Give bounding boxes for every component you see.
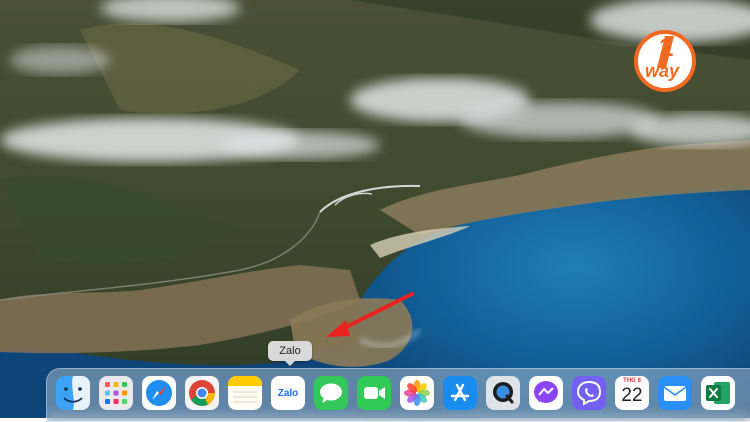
annotation-arrow: [326, 292, 414, 337]
messages-icon: [314, 376, 348, 410]
messenger-icon: [529, 376, 563, 410]
dock-item-quicktime[interactable]: [486, 376, 520, 410]
dock-item-photos[interactable]: [400, 376, 434, 410]
app-store-icon: [443, 376, 477, 410]
facetime-icon: [357, 376, 391, 410]
excel-icon: [701, 376, 735, 410]
dock-item-zalo[interactable]: Zalo: [271, 376, 305, 410]
zalo-icon: Zalo: [277, 387, 299, 399]
dock-item-facetime[interactable]: [357, 376, 391, 410]
viber-icon: [572, 376, 606, 410]
dock-item-launchpad[interactable]: [99, 376, 133, 410]
calendar-month: THG 8: [623, 378, 641, 384]
dock: Zalo THG 8 22: [46, 368, 750, 422]
mail-icon: [658, 376, 692, 410]
photos-icon: [400, 376, 434, 410]
finder-icon: [56, 376, 90, 410]
notes-icon: [228, 376, 262, 410]
dock-item-app-store[interactable]: [443, 376, 477, 410]
dock-tooltip: Zalo: [268, 341, 312, 366]
safari-icon: [142, 376, 176, 410]
dock-item-safari[interactable]: [142, 376, 176, 410]
dock-item-excel[interactable]: [701, 376, 735, 410]
dock-item-viber[interactable]: [572, 376, 606, 410]
dock-item-messages[interactable]: [314, 376, 348, 410]
quicktime-icon: [486, 376, 520, 410]
calendar-day: 22: [621, 385, 643, 406]
dock-item-messenger[interactable]: [529, 376, 563, 410]
chrome-icon: [185, 376, 219, 410]
dock-item-chrome[interactable]: [185, 376, 219, 410]
launchpad-icon: [99, 376, 133, 410]
dock-item-notes[interactable]: [228, 376, 262, 410]
dock-item-calendar[interactable]: THG 8 22: [615, 376, 649, 410]
dock-item-finder[interactable]: [56, 376, 90, 410]
dock-item-mail[interactable]: [658, 376, 692, 410]
